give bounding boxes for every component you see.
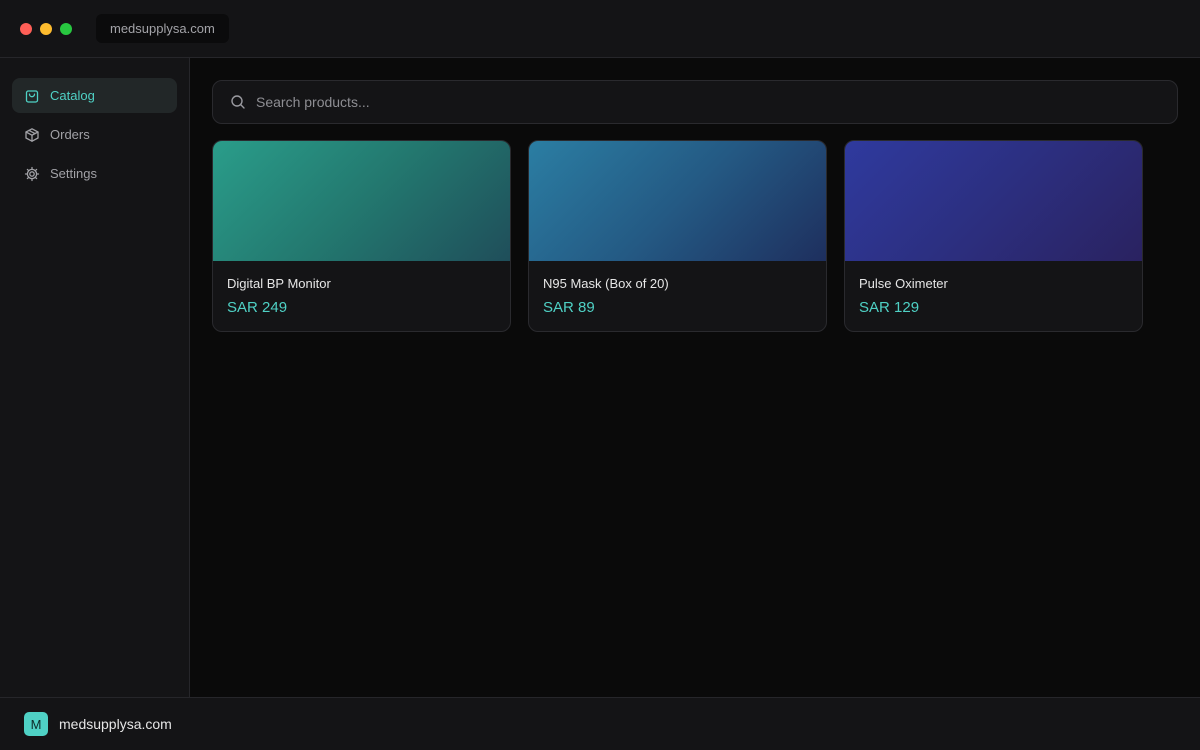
close-window-button[interactable] [20, 22, 32, 35]
product-card[interactable]: N95 Mask (Box of 20) SAR 89 [528, 140, 827, 332]
product-grid: Digital BP Monitor SAR 249 N95 Mask (Box… [212, 140, 1143, 332]
site-name: medsupplysa.com [59, 716, 172, 732]
site-logo: M [24, 712, 48, 736]
product-image [845, 141, 1142, 261]
sidebar-item-catalog[interactable]: Catalog [12, 78, 177, 113]
product-name: N95 Mask (Box of 20) [543, 276, 669, 291]
product-name: Pulse Oximeter [859, 276, 948, 291]
minimize-window-button[interactable] [40, 22, 52, 35]
sidebar-item-label: Settings [50, 166, 97, 181]
package-icon [25, 127, 39, 142]
search-bar [212, 80, 1178, 124]
product-image [529, 141, 826, 261]
footer: M medsupplysa.com [0, 697, 1200, 750]
product-card[interactable]: Pulse Oximeter SAR 129 [844, 140, 1143, 332]
product-image [213, 141, 510, 261]
product-name: Digital BP Monitor [227, 276, 331, 291]
sidebar: Catalog Orders Settings [0, 58, 190, 697]
gear-icon [24, 166, 40, 181]
url-bar[interactable]: medsupplysa.com [96, 14, 229, 43]
window-controls [20, 22, 72, 35]
product-price: SAR 129 [859, 299, 920, 316]
search-input[interactable] [256, 94, 1136, 110]
product-card[interactable]: Digital BP Monitor SAR 249 [212, 140, 511, 332]
sidebar-item-orders[interactable]: Orders [12, 117, 177, 152]
sidebar-item-label: Catalog [50, 88, 95, 103]
sidebar-item-settings[interactable]: Settings [12, 156, 177, 191]
sidebar-item-label: Orders [50, 127, 90, 142]
search-icon [231, 95, 245, 109]
maximize-window-button[interactable] [60, 22, 72, 35]
product-price: SAR 249 [227, 299, 288, 316]
product-price: SAR 89 [543, 299, 595, 316]
shopping-bag-icon [25, 89, 39, 103]
title-bar: medsupplysa.com [0, 0, 1200, 58]
